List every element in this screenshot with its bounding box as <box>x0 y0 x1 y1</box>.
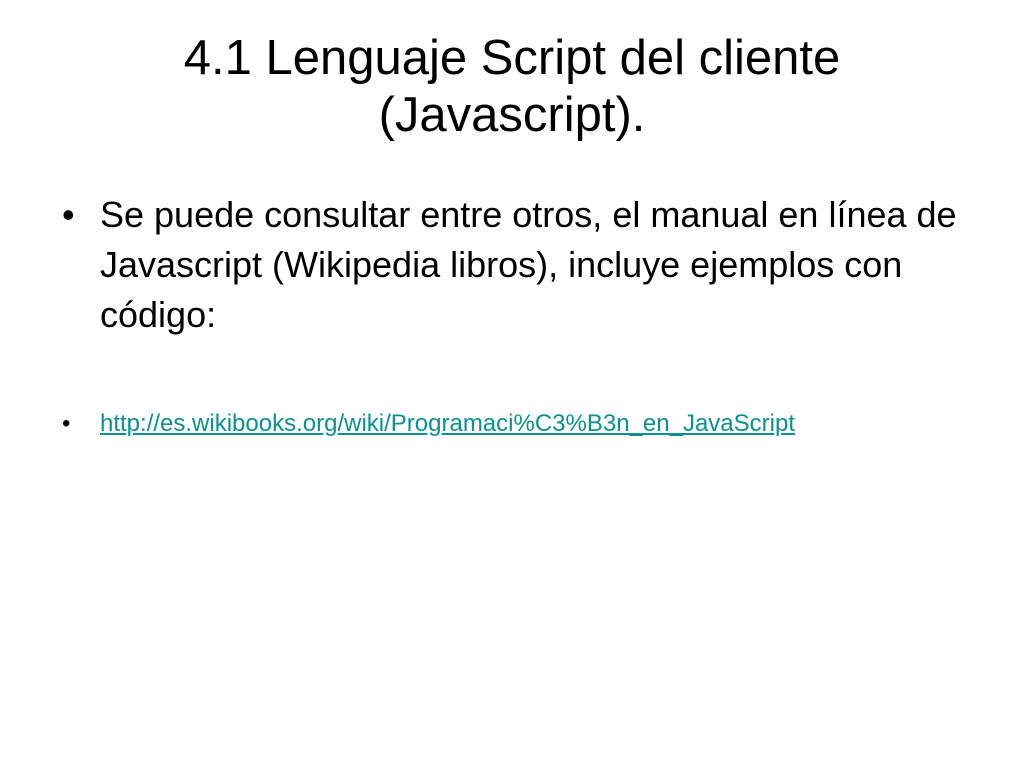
slide-title-line-1: 4.1 Lenguaje Script del cliente <box>183 31 841 85</box>
slide-title-line-2: (Javascript). <box>378 88 646 142</box>
bullet-list: • Se puede consultar entre otros, el man… <box>60 190 960 439</box>
bullet-marker: • <box>62 410 71 437</box>
slide: 4.1 Lenguaje Script del cliente (Javascr… <box>0 0 1024 768</box>
wikibooks-link[interactable]: http://es.wikibooks.org/wiki/Programaci%… <box>100 410 795 437</box>
slide-title: 4.1 Lenguaje Script del cliente (Javascr… <box>60 30 964 144</box>
bullet-text: Se puede consultar entre otros, el manua… <box>100 194 957 335</box>
bullet-marker: • <box>62 194 75 235</box>
bullet-item-manual: • Se puede consultar entre otros, el man… <box>60 190 960 340</box>
bullet-item-link: • http://es.wikibooks.org/wiki/Programac… <box>60 409 960 439</box>
